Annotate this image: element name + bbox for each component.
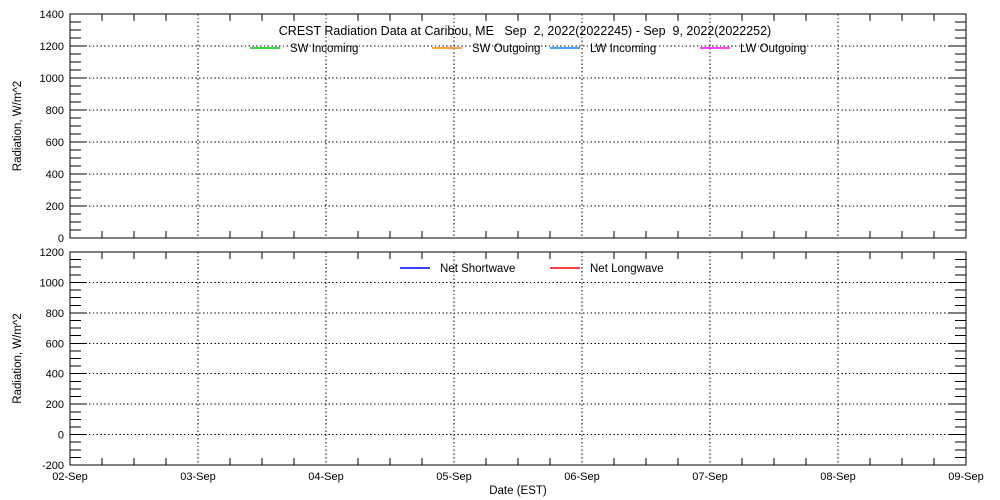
- radiation-chart: 0 200 400 600 800 1000 1200 1400 Radiation, W/m^…: [0, 0, 1000, 500]
- legend-label-net-shortwave: Net Shortwave: [440, 263, 515, 275]
- y-tick-label: 200: [46, 399, 64, 411]
- chart-title: CREST Radiation Data at Caribou, ME Sep …: [279, 24, 771, 38]
- y-tick-label: 600: [46, 338, 64, 350]
- x-tick-label: 06-Sep: [564, 471, 599, 483]
- y-tick-label: 800: [46, 105, 64, 117]
- x-axis-title: Date (EST): [489, 485, 547, 497]
- legend-label-sw-outgoing: SW Outgoing: [472, 43, 540, 55]
- y-tick-label: 800: [46, 308, 64, 320]
- x-tick-label: 05-Sep: [436, 471, 471, 483]
- radiation-figure: 0 200 400 600 800 1000 1200 1400 Radiation, W/m^…: [0, 0, 1000, 500]
- y-tick-label: 200: [46, 201, 64, 213]
- y-tick-label: 0: [58, 233, 64, 245]
- y-tick-label: 600: [46, 137, 64, 149]
- legend-label-net-longwave: Net Longwave: [590, 263, 664, 275]
- x-tick-label: 09-Sep: [948, 471, 983, 483]
- x-tick-label: 02-Sep: [52, 471, 87, 483]
- x-tick-label: 03-Sep: [180, 471, 215, 483]
- y-tick-label: 1200: [40, 247, 64, 259]
- x-tick-label: 04-Sep: [308, 471, 343, 483]
- y-tick-label: 1000: [40, 73, 64, 85]
- legend-label-lw-incoming: LW Incoming: [590, 43, 656, 55]
- x-tick-label: 07-Sep: [692, 471, 727, 483]
- y-tick-label: 1400: [40, 9, 64, 21]
- y-tick-label: 400: [46, 169, 64, 181]
- legend-label-lw-outgoing: LW Outgoing: [740, 43, 806, 55]
- y-axis-title: Radiation, W/m^2: [12, 81, 24, 171]
- panel-border: [70, 252, 966, 465]
- x-tick-label: 08-Sep: [820, 471, 855, 483]
- y-tick-label: 1200: [40, 41, 64, 53]
- y-tick-label: 0: [58, 430, 64, 442]
- legend-label-sw-incoming: SW Incoming: [290, 43, 358, 55]
- y-tick-label: 400: [46, 369, 64, 381]
- y-tick-label: 1000: [40, 277, 64, 289]
- y-axis-title: Radiation, W/m^2: [12, 313, 24, 403]
